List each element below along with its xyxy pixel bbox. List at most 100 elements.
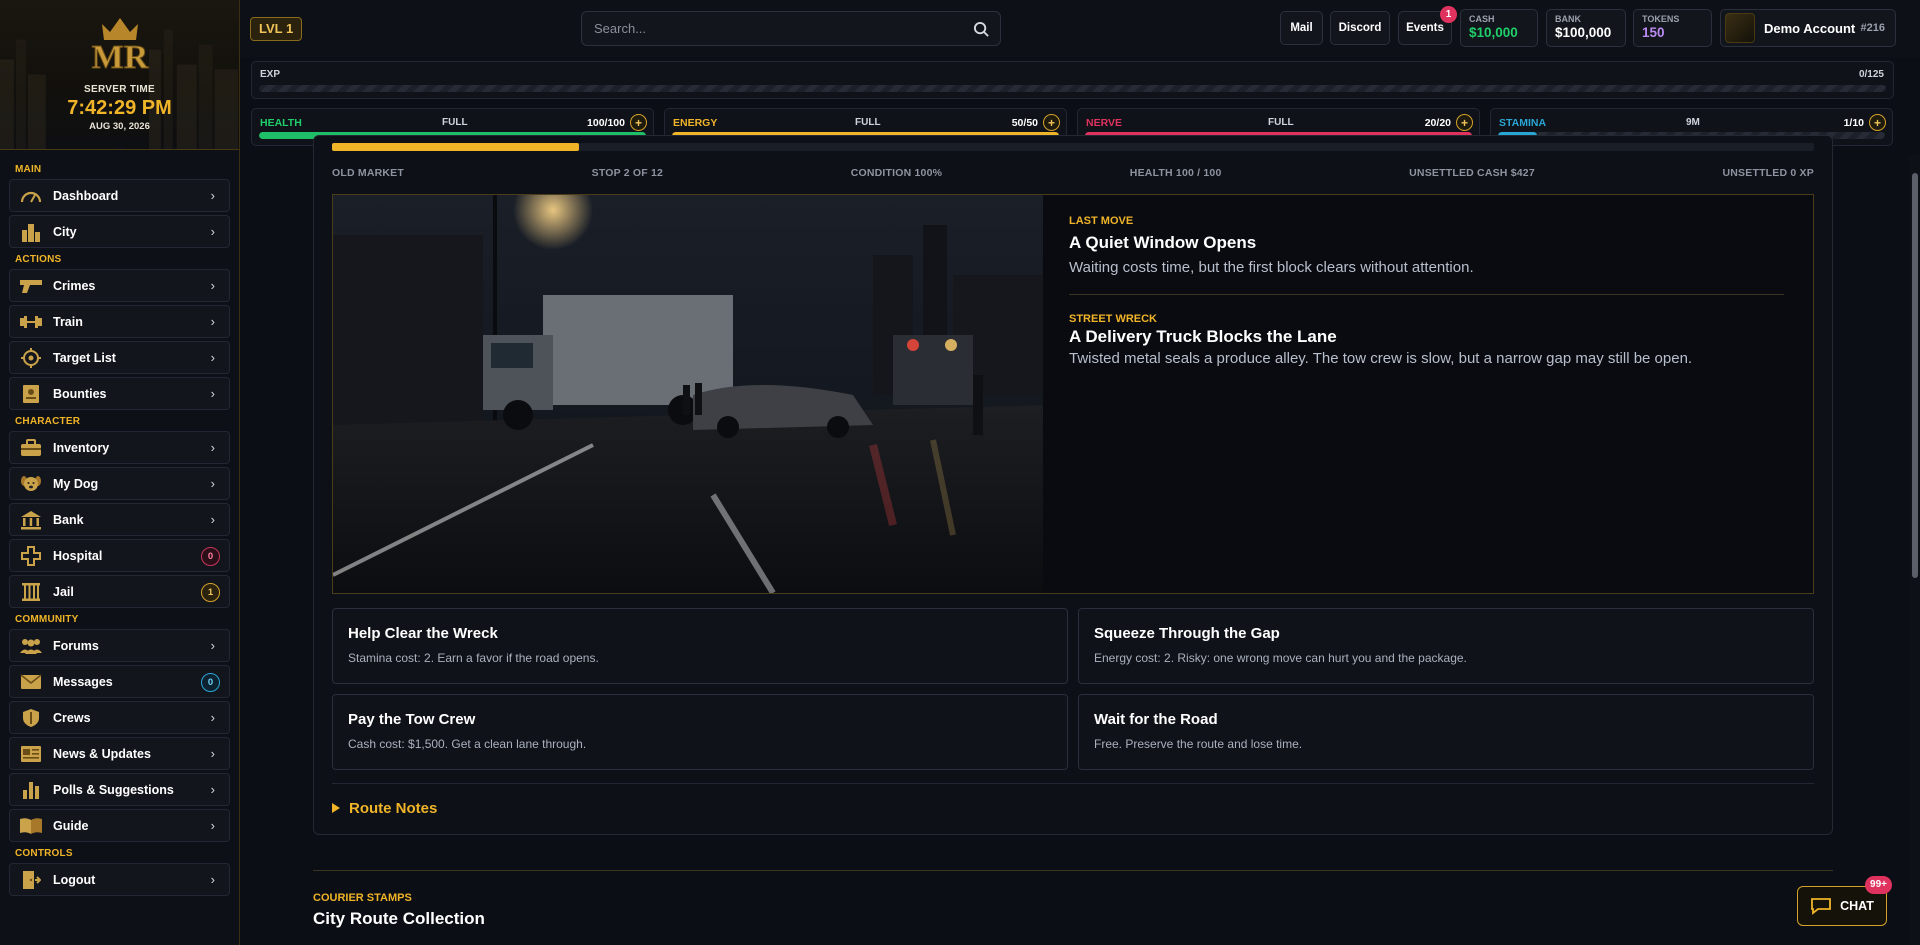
bank-icon xyxy=(19,510,43,530)
energy-label: ENERGY xyxy=(673,117,718,129)
tokens-value: 150 xyxy=(1642,25,1665,40)
chevron-right-icon: › xyxy=(210,476,215,491)
choice-pay-tow-crew[interactable]: Pay the Tow Crew Cash cost: $1,500. Get … xyxy=(332,694,1068,770)
sidebar-item-label: Target List xyxy=(53,350,116,365)
nerve-label: NERVE xyxy=(1086,117,1122,129)
server-time: 7:42:29 PM xyxy=(67,97,172,119)
sidebar-item-label: Train xyxy=(53,314,83,329)
sidebar-item-news[interactable]: News & Updates › xyxy=(9,737,230,770)
street-wreck-image xyxy=(333,195,1043,593)
sidebar-item-inventory[interactable]: Inventory › xyxy=(9,431,230,464)
chevron-right-icon: › xyxy=(210,440,215,455)
server-time-label: SERVER TIME xyxy=(84,84,155,95)
shield-icon xyxy=(19,708,43,728)
sidebar-item-bounties[interactable]: Bounties › xyxy=(9,377,230,410)
nerve-refill-button[interactable]: + xyxy=(1456,114,1473,131)
sidebar-item-crimes[interactable]: Crimes › xyxy=(9,269,230,302)
stamina-refill-button[interactable]: + xyxy=(1869,114,1886,131)
sidebar-item-messages[interactable]: Messages 0 xyxy=(9,665,230,698)
envelope-icon xyxy=(19,672,43,692)
sidebar-item-label: Jail xyxy=(53,584,74,599)
chevron-right-icon: › xyxy=(210,188,215,203)
energy-refill-button[interactable]: + xyxy=(1043,114,1060,131)
sidebar-item-label: Bounties xyxy=(53,386,107,401)
sidebar-item-train[interactable]: Train › xyxy=(9,305,230,338)
choice-wait-for-road[interactable]: Wait for the Road Free. Preserve the rou… xyxy=(1078,694,1814,770)
events-count-badge: 1 xyxy=(1440,6,1457,23)
sidebar-item-city[interactable]: City › xyxy=(9,215,230,248)
section-divider xyxy=(313,870,1833,871)
health-value: 100/100 xyxy=(587,117,625,129)
route-panel: OLD MARKET STOP 2 OF 12 CONDITION 100% H… xyxy=(313,135,1833,855)
last-move-tag: LAST MOVE xyxy=(1069,215,1134,227)
server-date: AUG 30, 2026 xyxy=(89,121,150,132)
notes-divider xyxy=(332,783,1814,784)
scrollbar-thumb[interactable] xyxy=(1912,173,1918,578)
nav-section-main: MAIN xyxy=(15,164,42,175)
route-condition: CONDITION 100% xyxy=(850,167,943,179)
sidebar-item-polls[interactable]: Polls & Suggestions › xyxy=(9,773,230,806)
route-notes-toggle[interactable]: Route Notes xyxy=(332,798,437,818)
nav-section-community: COMMUNITY xyxy=(15,614,79,625)
route-notes-label: Route Notes xyxy=(349,799,438,817)
chevron-right-icon: › xyxy=(210,818,215,833)
sidebar-item-bank[interactable]: Bank › xyxy=(9,503,230,536)
sidebar-item-forums[interactable]: Forums › xyxy=(9,629,230,662)
chevron-right-icon: › xyxy=(210,278,215,293)
chevron-right-icon: › xyxy=(210,746,215,761)
sidebar-item-logout[interactable]: Logout › xyxy=(9,863,230,896)
sidebar-item-hospital[interactable]: Hospital 0 xyxy=(9,539,230,572)
sidebar: MR SERVER TIME 7:42:29 PM AUG 30, 2026 M… xyxy=(0,0,240,945)
users-group-icon xyxy=(19,636,43,656)
choice-squeeze-through-gap[interactable]: Squeeze Through the Gap Energy cost: 2. … xyxy=(1078,608,1814,684)
sidebar-item-dashboard[interactable]: Dashboard › xyxy=(9,179,230,212)
search-icon[interactable] xyxy=(973,21,990,38)
chat-button[interactable]: CHAT 99+ xyxy=(1797,876,1892,926)
bank-stat[interactable]: BANK $100,000 xyxy=(1546,9,1626,47)
sidebar-item-guide[interactable]: Guide › xyxy=(9,809,230,842)
mr-logo[interactable]: MR xyxy=(84,10,156,82)
hospital-count-badge: 0 xyxy=(201,547,220,566)
mail-button[interactable]: Mail xyxy=(1280,11,1323,45)
events-button[interactable]: Events 1 xyxy=(1398,6,1457,45)
scene-panel: LAST MOVE A Quiet Window Opens Waiting c… xyxy=(332,194,1814,594)
chevron-right-icon: › xyxy=(210,782,215,797)
nerve-value: 20/20 xyxy=(1424,117,1451,129)
chevron-right-icon: › xyxy=(210,350,215,365)
sidebar-item-label: Crews xyxy=(53,710,91,725)
route-location: OLD MARKET xyxy=(332,167,404,179)
bounty-poster-icon xyxy=(19,384,43,404)
route-health: HEALTH 100 / 100 xyxy=(1129,167,1222,179)
discord-button[interactable]: Discord xyxy=(1330,11,1390,45)
last-move-title: A Quiet Window Opens xyxy=(1069,233,1257,252)
exp-label: EXP xyxy=(260,69,281,80)
city-icon xyxy=(19,222,43,242)
cash-stat[interactable]: CASH $10,000 xyxy=(1460,9,1538,47)
choice-title: Pay the Tow Crew xyxy=(348,711,476,728)
story-text: LAST MOVE A Quiet Window Opens Waiting c… xyxy=(1069,215,1784,367)
stamps-tag: COURIER STAMPS xyxy=(313,892,412,904)
bank-label: BANK xyxy=(1555,14,1581,24)
chevron-right-icon: › xyxy=(210,872,215,887)
sidebar-item-my-dog[interactable]: My Dog › xyxy=(9,467,230,500)
choice-desc: Energy cost: 2. Risky: one wrong move ca… xyxy=(1094,651,1467,665)
account-menu[interactable]: Demo Account #216 xyxy=(1720,9,1896,47)
sidebar-item-jail[interactable]: Jail 1 xyxy=(9,575,230,608)
level-badge[interactable]: LVL 1 xyxy=(250,17,303,41)
sidebar-item-label: Hospital xyxy=(53,548,103,563)
page-scrollbar[interactable] xyxy=(1909,155,1920,945)
health-refill-button[interactable]: + xyxy=(630,114,647,131)
stamina-label: STAMINA xyxy=(1499,117,1547,129)
choice-desc: Cash cost: $1,500. Get a clean lane thro… xyxy=(348,737,587,751)
choice-help-clear-wreck[interactable]: Help Clear the Wreck Stamina cost: 2. Ea… xyxy=(332,608,1068,684)
sidebar-item-target-list[interactable]: Target List › xyxy=(9,341,230,374)
tokens-label: TOKENS xyxy=(1642,14,1680,24)
nav-section-controls: CONTROLS xyxy=(15,848,73,859)
account-id: #216 xyxy=(1860,22,1885,34)
tokens-stat[interactable]: TOKENS 150 xyxy=(1633,9,1712,47)
search-input[interactable] xyxy=(582,12,1000,45)
svg-text:MR: MR xyxy=(91,39,148,76)
sidebar-item-crews[interactable]: Crews › xyxy=(9,701,230,734)
open-book-icon xyxy=(19,816,43,836)
event-title: A Delivery Truck Blocks the Lane xyxy=(1069,327,1337,346)
